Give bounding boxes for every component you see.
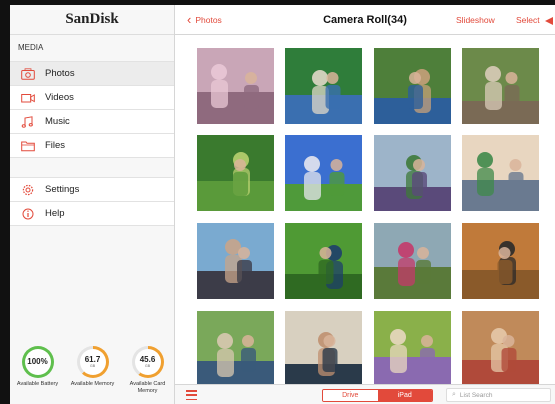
gauge-value: 61.7 (84, 355, 101, 364)
gear-icon (20, 184, 36, 196)
photo-blossoms[interactable] (197, 48, 274, 124)
photo-group-bench[interactable] (374, 311, 451, 387)
bottom-bar: Drive iPad ⌕ List Search (175, 384, 555, 404)
music-icon (20, 115, 36, 128)
gauge-label: Available Card Memory (129, 381, 166, 394)
sidebar-item-photos[interactable]: Photos (10, 62, 174, 86)
top-bar: ‹ Photos Camera Roll(34) Slideshow Selec… (175, 5, 555, 35)
photo-students-trees[interactable] (197, 311, 274, 387)
video-icon (20, 92, 36, 104)
gauge-unit: GB (89, 364, 96, 368)
sidebar-item-settings[interactable]: Settings (10, 178, 174, 202)
segment-ipad[interactable]: iPad (377, 390, 432, 401)
photo-woman-laptop-bench[interactable] (462, 48, 539, 124)
sidebar-item-music[interactable]: Music (10, 110, 174, 134)
sidebar-menu: Photos Videos Music Files Settings Help (10, 61, 174, 226)
sidebar-item-videos[interactable]: Videos (10, 86, 174, 110)
menu-divider (10, 158, 174, 178)
memory-gauge: 61.7 GB Available Memory (68, 346, 118, 388)
sidebar-item-label: Videos (45, 92, 74, 103)
photo-man-portrait[interactable] (285, 311, 362, 387)
info-icon (20, 208, 36, 220)
gauge-ring: 61.7 GB (76, 346, 109, 378)
photo-group-lawn[interactable] (197, 135, 274, 211)
sidebar-item-files[interactable]: Files (10, 134, 174, 158)
back-button[interactable]: ‹ Photos (187, 11, 222, 27)
source-segmented-control: Drive iPad (322, 389, 433, 402)
list-search-field[interactable]: ⌕ List Search (446, 388, 551, 402)
chevron-left-icon: ‹ (187, 11, 192, 27)
back-label: Photos (195, 14, 222, 25)
gauge-unit: GB (144, 364, 151, 368)
photo-students-laptop[interactable] (285, 48, 362, 124)
sidebar-item-label: Help (45, 208, 65, 219)
sidebar-item-label: Files (45, 140, 66, 151)
photo-man-grass-sky[interactable] (285, 135, 362, 211)
search-icon: ⌕ (452, 391, 456, 398)
slideshow-button[interactable]: Slideshow (456, 15, 495, 25)
search-placeholder: List Search (459, 391, 493, 399)
sidebar-item-label: Photos (45, 68, 75, 79)
gauge-value: 45.6 (139, 355, 156, 364)
pointer-arrow-icon (545, 17, 553, 25)
gauge-label: Available Memory (70, 381, 115, 387)
photo-woman-desk[interactable] (462, 311, 539, 387)
photo-woman-park[interactable] (374, 223, 451, 299)
card-memory-gauge: 45.6 GB Available Card Memory (123, 346, 173, 394)
gauge-ring: 45.6 GB (131, 346, 164, 378)
gauge-ring: 100% (21, 346, 54, 378)
folder-icon (20, 140, 36, 152)
sidebar: SanDisk MEDIA Photos Videos Music Files … (10, 5, 175, 404)
sidebar-item-label: Settings (45, 184, 80, 195)
sidebar-item-label: Music (45, 116, 70, 127)
sidebar-item-help[interactable]: Help (10, 202, 174, 226)
photo-library-woman[interactable] (462, 135, 539, 211)
battery-gauge: 100% Available Battery (13, 346, 63, 388)
main-panel: ‹ Photos Camera Roll(34) Slideshow Selec… (175, 5, 555, 404)
section-label-media: MEDIA (18, 43, 44, 52)
menu-icon[interactable] (186, 390, 197, 400)
gauge-value: 100% (27, 357, 48, 366)
photo-man-grass-field[interactable] (285, 223, 362, 299)
photo-friends-camera[interactable] (197, 223, 274, 299)
app-window: SanDisk MEDIA Photos Videos Music Files … (10, 5, 555, 404)
segment-drive[interactable]: Drive (323, 390, 378, 401)
photo-woman-tablet-tree[interactable] (374, 135, 451, 211)
photo-man-desk[interactable] (462, 223, 539, 299)
gauge-label: Available Battery (16, 381, 59, 387)
select-button[interactable]: Select (516, 15, 540, 25)
brand-logo: SanDisk (10, 5, 174, 35)
page-title: Camera Roll(34) (323, 13, 407, 26)
camera-icon (20, 67, 36, 80)
status-gauges: 100% Available Battery 61.7 GB Available… (10, 344, 175, 404)
photo-man-reading[interactable] (374, 48, 451, 124)
